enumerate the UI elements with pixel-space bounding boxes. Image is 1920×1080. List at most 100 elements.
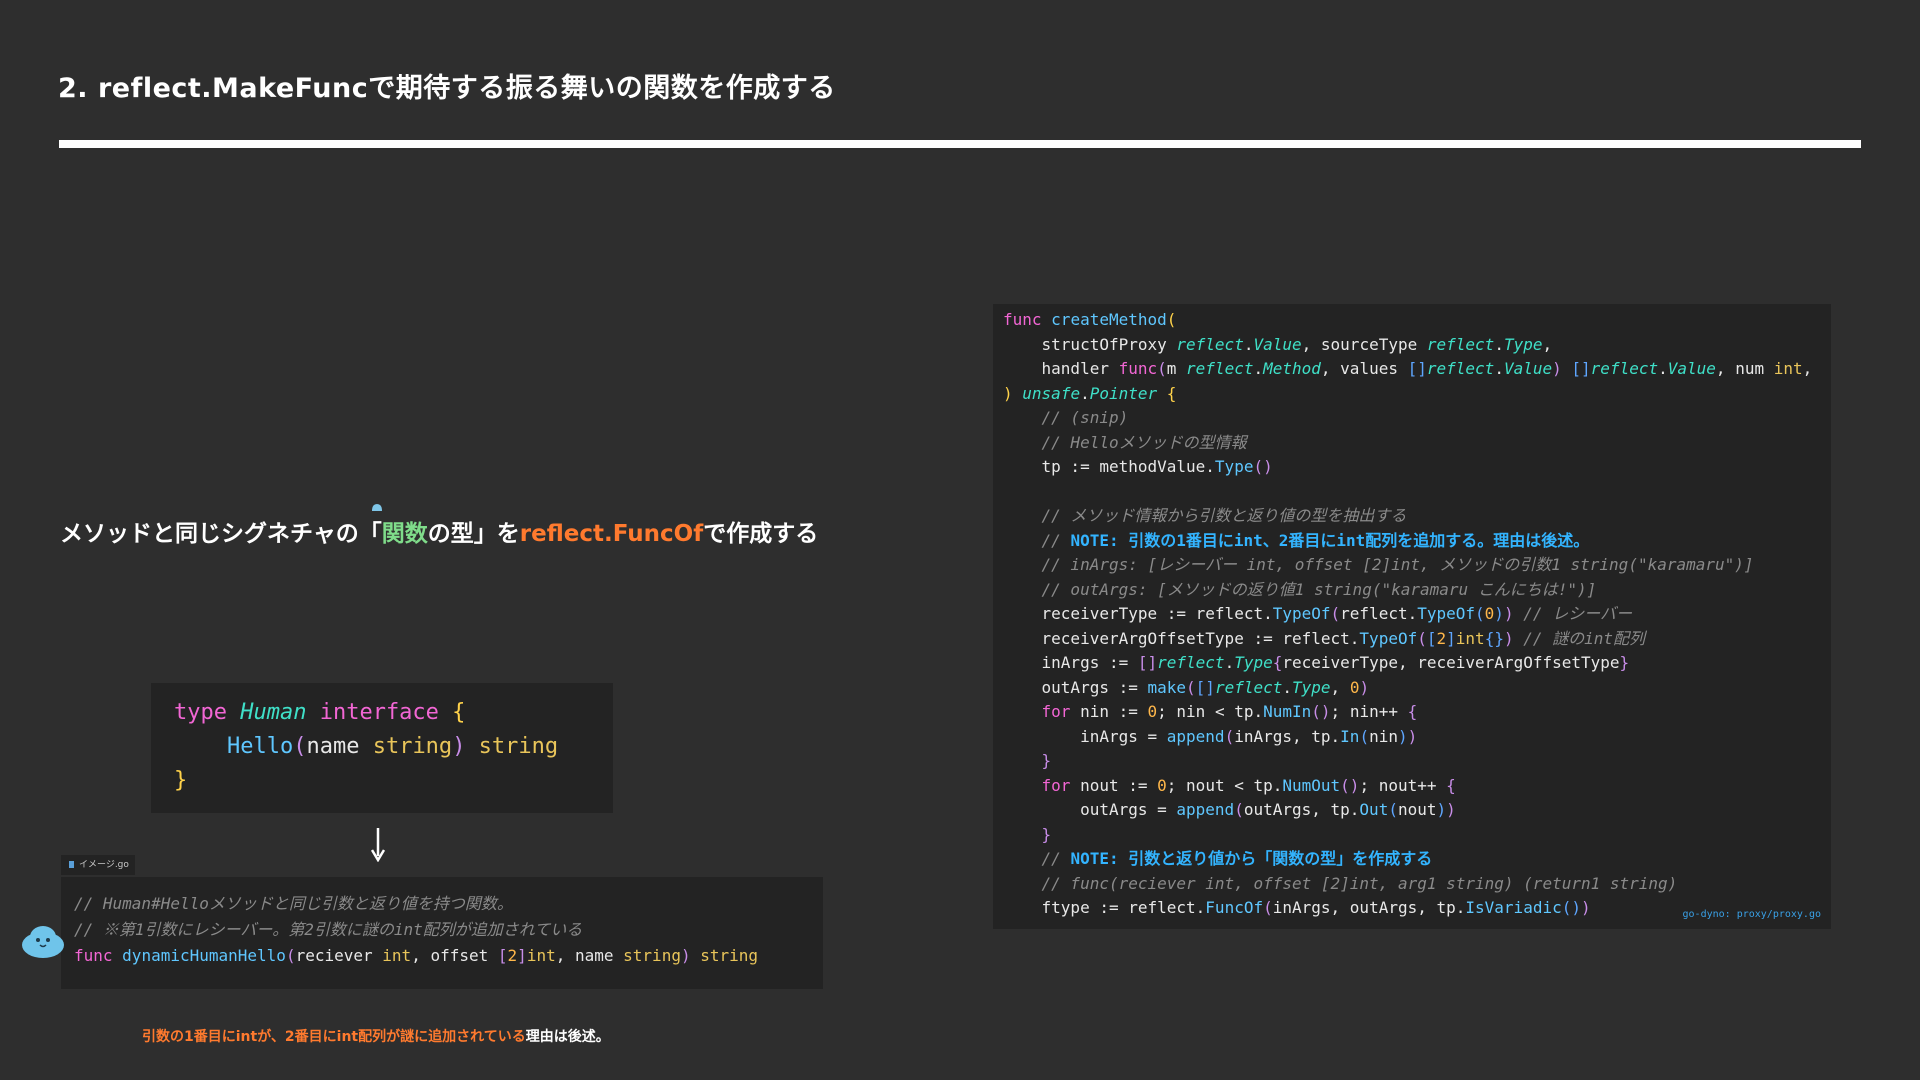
code-token: , num	[1715, 359, 1774, 378]
code-token: createMethod	[1051, 310, 1167, 329]
code-token: }	[1041, 824, 1052, 844]
code-line: // メソッド情報から引数と返り値の型を抽出する	[1003, 504, 1407, 529]
code-token: (	[1475, 604, 1485, 623]
code-token: // メソッド情報から引数と返り値の型を抽出する	[1003, 506, 1407, 525]
code-token: []	[1195, 677, 1215, 697]
subtitle-highlight: 関数	[381, 521, 428, 547]
code-token: string	[465, 734, 559, 759]
code-line: // outArgs: [メソッドの返り値1 string("karamaru …	[1003, 578, 1597, 603]
code-token: TypeOf	[1272, 604, 1331, 623]
code-token: ,	[1802, 359, 1813, 378]
code-token: inArgs =	[1003, 726, 1167, 746]
code-token: //	[1003, 530, 1071, 550]
code-token: )	[1397, 726, 1408, 746]
code-token: ; nin++	[1330, 702, 1408, 721]
code-line: // func(reciever int, offset [2]int, arg…	[1003, 872, 1678, 897]
code-token: ftype := reflect.	[1003, 898, 1206, 917]
code-token: outArgs, tp.	[1243, 800, 1360, 819]
code-token: TypeOf	[1417, 604, 1476, 623]
code-token: Method	[1263, 359, 1321, 378]
code-token: .	[1282, 677, 1293, 697]
code-token: interface	[306, 700, 453, 725]
code-token: (	[1388, 800, 1398, 819]
code-line: }	[1003, 749, 1052, 774]
code-token: {	[452, 700, 466, 725]
code-token: outArgs =	[1003, 800, 1177, 819]
code-token: (	[285, 946, 296, 965]
code-token: unsafe	[1022, 383, 1081, 403]
code-token: NumIn	[1263, 702, 1312, 721]
code-line: // NOTE: 引数と返り値から「関数の型」を作成する	[1003, 847, 1433, 872]
code-token: for	[1041, 702, 1071, 721]
code-token: inArgs :=	[1003, 653, 1138, 672]
code-token: reflect	[1426, 334, 1495, 354]
code-token: ,	[1330, 677, 1350, 697]
code-line: // Human#Helloメソッドと同じ引数と返り値を持つ関数。	[74, 891, 513, 917]
code-token: )	[1494, 604, 1504, 623]
code-token: }	[1619, 653, 1630, 672]
code-line: for nin := 0; nin < tp.NumIn(); nin++ {	[1003, 700, 1418, 725]
code-token: func	[74, 946, 123, 965]
code-token: 0	[1147, 702, 1158, 721]
code-token: (	[1359, 726, 1370, 746]
file-tab: イメージ.go	[61, 855, 135, 875]
code-token: {	[1157, 383, 1177, 403]
code-token: // ※第1引数にレシーバー。第2引数に謎のint配列が追加されている	[74, 920, 583, 939]
code-token: (	[1263, 898, 1273, 917]
code-token: TypeOf	[1359, 628, 1418, 648]
code-token: Value	[1503, 359, 1553, 378]
code-token: )	[1436, 800, 1447, 819]
code-token: reflect	[1176, 334, 1244, 354]
code-token: //	[1003, 849, 1071, 868]
code-token: (	[1186, 677, 1196, 697]
code-token: type	[174, 700, 241, 725]
code-token: make	[1147, 677, 1187, 697]
code-token: receiverType := reflect.	[1003, 604, 1273, 623]
code-token: Hello	[226, 734, 294, 759]
code-token: NumOut	[1282, 775, 1341, 795]
code-token: Pointer	[1089, 383, 1158, 403]
code-token: handler	[1003, 359, 1119, 378]
code-line: receiverType := reflect.TypeOf(reflect.T…	[1003, 602, 1632, 627]
code-token: }	[1041, 751, 1052, 770]
code-token: ()	[1311, 702, 1331, 721]
code-token: [	[497, 946, 508, 965]
code-token: // func(reciever int, offset [2]int, arg…	[1003, 873, 1678, 893]
code-token: // inArgs: [レシーバー int, offset [2]int, メソ…	[1003, 555, 1754, 574]
code-token: // Helloメソッドの型情報	[1003, 432, 1247, 452]
code-token: , values	[1320, 359, 1408, 378]
code-token: )	[1552, 359, 1562, 378]
dynamic-func-code-block: // Human#Helloメソッドと同じ引数と返り値を持つ関数。 // ※第1引…	[61, 877, 823, 989]
code-line: type Human interface {	[174, 696, 465, 730]
code-token: for	[1041, 775, 1071, 795]
code-token: reflect	[1186, 359, 1254, 378]
create-method-code-block: func createMethod( structOfProxy reflect…	[993, 304, 1831, 929]
code-token: nout	[1397, 800, 1437, 819]
code-token: ; nin < tp.	[1157, 702, 1264, 721]
code-token: (	[1157, 359, 1167, 378]
code-token: ()	[1561, 898, 1581, 917]
code-line: func dynamicHumanHello(reciever int, off…	[74, 943, 758, 969]
code-line: Hello(name string) string	[174, 730, 558, 764]
code-token: nin :=	[1070, 702, 1148, 721]
code-token: receiverArgOffsetType := reflect.	[1003, 628, 1360, 648]
code-token: // (snip)	[1003, 408, 1129, 427]
code-token: ]	[517, 946, 527, 965]
code-token: append	[1166, 726, 1225, 746]
code-token: func	[1118, 359, 1158, 378]
code-token: 2	[1436, 628, 1447, 648]
code-line: // NOTE: 引数の1番目にint、2番目にint配列を追加する。理由は後述…	[1003, 529, 1590, 554]
code-line: outArgs := make([]reflect.Type, 0)	[1003, 676, 1370, 701]
subtitle-prefix: メソッドと同じシグネチャの「	[60, 521, 382, 547]
code-line: ) unsafe.Pointer {	[1003, 382, 1176, 407]
code-token: , offset	[411, 946, 498, 965]
code-line: // ※第1引数にレシーバー。第2引数に謎のint配列が追加されている	[74, 917, 582, 943]
code-token: 0	[1157, 775, 1167, 795]
code-token: (	[1330, 604, 1341, 623]
code-token: func	[1003, 310, 1052, 329]
